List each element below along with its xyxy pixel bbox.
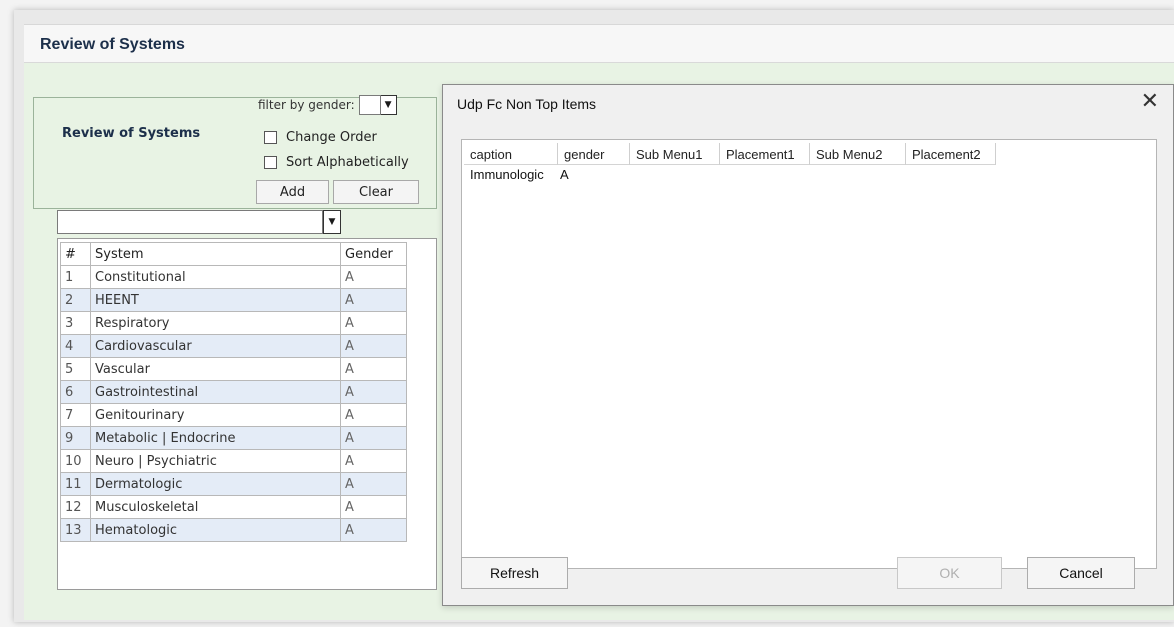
table-cell-num: 9 — [60, 426, 91, 450]
column-header-sub-menu1[interactable]: Sub Menu1 — [630, 143, 720, 165]
table-row[interactable]: 13 Hematologic A — [60, 518, 407, 542]
table-cell-system: Gastrointestinal — [90, 380, 341, 404]
table-cell-system: Vascular — [90, 357, 341, 381]
close-icon[interactable]: ✕ — [1141, 89, 1159, 114]
table-row[interactable]: 6 Gastrointestinal A — [60, 380, 407, 404]
table-cell-gender: A — [340, 426, 407, 450]
dialog-title: Udp Fc Non Top Items — [457, 96, 597, 112]
table-cell-num: 7 — [60, 403, 91, 427]
list-item[interactable]: Immunologic A — [464, 167, 569, 182]
table-cell-num: 2 — [60, 288, 91, 312]
table-cell-gender: A — [340, 265, 407, 289]
dialog-list-header: caption gender Sub Menu1 Placement1 Sub … — [464, 143, 996, 165]
column-header-number[interactable]: # — [60, 242, 91, 266]
table-row[interactable]: 4 Cardiovascular A — [60, 334, 407, 358]
table-cell-system: Respiratory — [90, 311, 341, 335]
add-button[interactable]: Add — [256, 180, 329, 204]
change-order-label: Change Order — [286, 130, 377, 145]
systems-table: # System Gender 1 Constitutional A 2 HEENT A 3… — [60, 242, 407, 542]
refresh-button[interactable]: Refresh — [461, 557, 568, 589]
table-row[interactable]: 10 Neuro | Psychiatric A — [60, 449, 407, 473]
dialog-list: caption gender Sub Menu1 Placement1 Sub … — [461, 139, 1157, 569]
table-cell-gender: A — [340, 472, 407, 496]
table-cell-gender: A — [340, 380, 407, 404]
cancel-button[interactable]: Cancel — [1027, 557, 1135, 589]
sort-alpha-checkbox[interactable] — [264, 156, 277, 169]
table-cell-system: Neuro | Psychiatric — [90, 449, 341, 473]
system-combo-input[interactable] — [57, 210, 323, 234]
table-cell-system: Metabolic | Endocrine — [90, 426, 341, 450]
table-cell-system: Cardiovascular — [90, 334, 341, 358]
chevron-down-icon: ▼ — [384, 99, 392, 110]
table-row[interactable]: 3 Respiratory A — [60, 311, 407, 335]
change-order-checkbox-row[interactable]: Change Order — [264, 130, 377, 145]
table-cell-gender: A — [340, 495, 407, 519]
table-row[interactable]: 5 Vascular A — [60, 357, 407, 381]
column-header-placement1[interactable]: Placement1 — [720, 143, 810, 165]
table-row[interactable]: 1 Constitutional A — [60, 265, 407, 289]
main-title-bar: Review of Systems — [24, 25, 1174, 63]
table-row[interactable]: 12 Musculoskeletal A — [60, 495, 407, 519]
table-cell-gender: A — [340, 357, 407, 381]
table-row[interactable]: 7 Genitourinary A — [60, 403, 407, 427]
table-row[interactable]: 11 Dermatologic A — [60, 472, 407, 496]
table-cell-num: 4 — [60, 334, 91, 358]
sort-alpha-checkbox-row[interactable]: Sort Alphabetically — [264, 155, 409, 170]
column-header-gender[interactable]: gender — [558, 143, 630, 165]
table-cell-num: 1 — [60, 265, 91, 289]
chevron-down-icon: ▼ — [328, 216, 336, 227]
gender-filter-dropdown-button[interactable]: ▼ — [380, 95, 397, 115]
filter-label: filter by gender: — [258, 98, 355, 112]
column-header-placement2[interactable]: Placement2 — [906, 143, 996, 165]
table-cell-system: Musculoskeletal — [90, 495, 341, 519]
table-cell-system: HEENT — [90, 288, 341, 312]
table-cell-num: 3 — [60, 311, 91, 335]
table-cell-system: Dermatologic — [90, 472, 341, 496]
table-cell-gender: A — [340, 403, 407, 427]
table-cell-gender: A — [340, 311, 407, 335]
main-title: Review of Systems — [40, 36, 185, 53]
udp-fc-dialog: Udp Fc Non Top Items ✕ caption gender Su… — [442, 84, 1174, 606]
ok-button[interactable]: OK — [897, 557, 1002, 589]
column-header-system[interactable]: System — [90, 242, 341, 266]
system-combo-dropdown-button[interactable]: ▼ — [323, 210, 341, 234]
table-cell-num: 6 — [60, 380, 91, 404]
table-cell-system: Hematologic — [90, 518, 341, 542]
table-cell-gender: A — [340, 518, 407, 542]
gender-filter-input[interactable] — [358, 95, 381, 115]
table-cell-num: 5 — [60, 357, 91, 381]
sort-alpha-label: Sort Alphabetically — [286, 155, 409, 170]
table-cell-gender: A — [340, 449, 407, 473]
table-cell-num: 12 — [60, 495, 91, 519]
column-header-gender[interactable]: Gender — [340, 242, 407, 266]
table-cell-num: 11 — [60, 472, 91, 496]
table-cell-system: Constitutional — [90, 265, 341, 289]
table-cell-num: 13 — [60, 518, 91, 542]
gender-filter: filter by gender: ▼ — [258, 94, 397, 116]
table-cell-num: 10 — [60, 449, 91, 473]
table-cell-gender: A — [340, 288, 407, 312]
table-cell-system: Genitourinary — [90, 403, 341, 427]
table-row[interactable]: 9 Metabolic | Endocrine A — [60, 426, 407, 450]
clear-button[interactable]: Clear — [333, 180, 419, 204]
table-row[interactable]: 2 HEENT A — [60, 288, 407, 312]
table-cell-gender: A — [340, 334, 407, 358]
system-combo[interactable]: ▼ — [57, 210, 341, 234]
ros-panel-heading: Review of Systems — [62, 126, 201, 141]
column-header-caption[interactable]: caption — [464, 143, 558, 165]
row-caption: Immunologic — [470, 167, 544, 182]
change-order-checkbox[interactable] — [264, 131, 277, 144]
row-gender: A — [560, 167, 569, 182]
column-header-sub-menu2[interactable]: Sub Menu2 — [810, 143, 906, 165]
